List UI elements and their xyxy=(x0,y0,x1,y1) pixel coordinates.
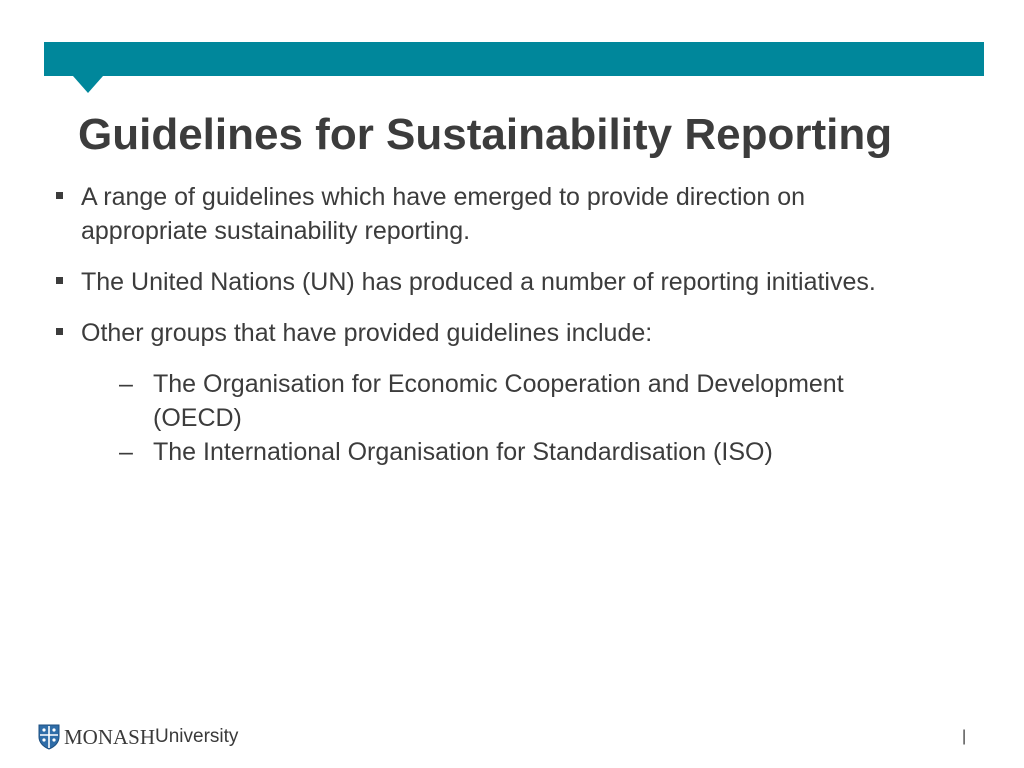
sub-bullet-text: The International Organisation for Stand… xyxy=(153,438,773,466)
sub-bullet-text: The Organisation for Economic Cooperatio… xyxy=(153,370,844,432)
bullet-item: A range of guidelines which have emerged… xyxy=(56,180,936,248)
dash-bullet-icon: – xyxy=(119,438,133,466)
slide-title: Guidelines for Sustainability Reporting xyxy=(78,110,893,159)
sub-bullet-item: – The International Organisation for Sta… xyxy=(81,435,936,469)
bullet-item: Other groups that have provided guidelin… xyxy=(56,316,936,469)
square-bullet-icon xyxy=(56,328,63,335)
dash-bullet-icon: – xyxy=(119,370,133,398)
logo-wordmark-university: University xyxy=(155,726,239,747)
monash-university-logo: MONASH University xyxy=(38,722,238,752)
bullet-list: A range of guidelines which have emerged… xyxy=(56,180,936,486)
monash-crest-icon xyxy=(38,724,60,750)
sub-bullet-list: – The Organisation for Economic Cooperat… xyxy=(81,367,936,469)
bullet-text: A range of guidelines which have emerged… xyxy=(81,183,806,245)
sub-bullet-item: – The Organisation for Economic Cooperat… xyxy=(81,367,936,435)
square-bullet-icon xyxy=(56,277,63,284)
header-accent-notch xyxy=(73,76,103,93)
bullet-text: Other groups that have provided guidelin… xyxy=(81,319,653,347)
square-bullet-icon xyxy=(56,192,63,199)
bullet-text: The United Nations (UN) has produced a n… xyxy=(81,268,876,296)
bullet-item: The United Nations (UN) has produced a n… xyxy=(56,265,936,299)
logo-wordmark-monash: MONASH xyxy=(64,725,156,749)
header-accent-bar xyxy=(44,42,984,76)
page-number-separator: | xyxy=(962,728,967,745)
